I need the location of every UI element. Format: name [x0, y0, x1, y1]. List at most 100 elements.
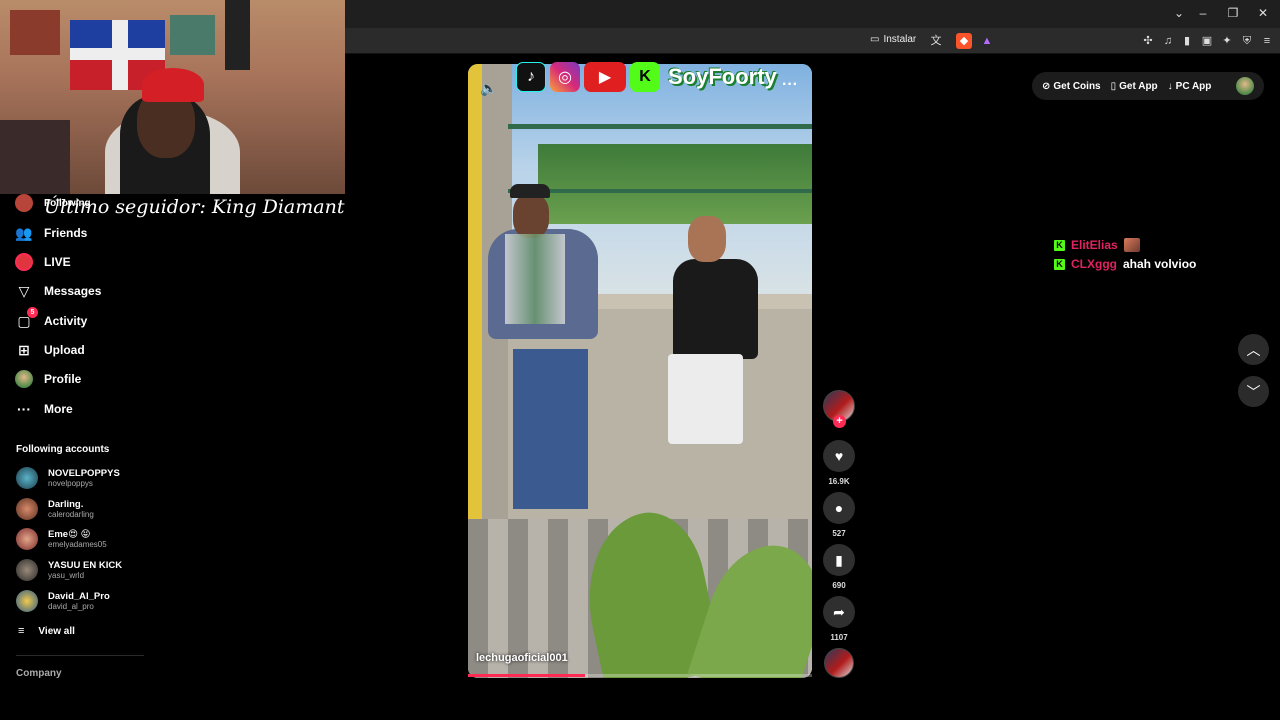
webcam-overlay — [0, 0, 345, 194]
more-options-icon[interactable]: ··· — [782, 76, 798, 94]
like-count: 16.9K — [828, 477, 850, 486]
avatar — [16, 528, 38, 550]
install-label: Instalar — [883, 34, 917, 45]
sidebar-item-activity[interactable]: ▢ 5 Activity — [14, 307, 88, 333]
avatar — [16, 559, 38, 581]
previous-video-button[interactable]: ︿ — [1238, 334, 1269, 365]
poster-decoration — [10, 10, 60, 55]
list-item[interactable]: YASUU EN KICK yasu_wrld — [16, 556, 122, 584]
chat-message: K ElitElias — [1054, 237, 1140, 253]
comment-button[interactable]: ● 527 — [823, 492, 855, 538]
poster-decoration — [170, 15, 215, 55]
list-item[interactable]: NOVELPOPPYS novelpoppys — [16, 464, 120, 492]
view-all-button[interactable]: ≡ View all — [18, 619, 75, 643]
list-item[interactable]: Eme😍 😝 emelyadames05 — [16, 525, 107, 553]
activity-icon: ▢ 5 — [14, 307, 38, 331]
list-item[interactable]: Darling. calerodarling — [16, 495, 94, 523]
kick-icon: K — [1054, 239, 1065, 251]
monitor-icon: ▭ — [870, 34, 880, 45]
avatar — [16, 498, 38, 520]
video-author[interactable]: lechugaoficial001 — [476, 652, 568, 664]
sidebar-toggle-icon[interactable]: ▮ — [1179, 33, 1195, 49]
sidebar-item-following[interactable]: Following — [14, 191, 91, 215]
man-right-head — [688, 216, 726, 262]
controller-shelf-decoration — [225, 0, 250, 70]
company-link[interactable]: Company — [16, 668, 62, 679]
man-left-jeans — [513, 349, 588, 509]
get-coins-button[interactable]: ⊘ Get Coins — [1042, 81, 1101, 92]
man-right-shirt — [673, 259, 758, 359]
sidebar-item-live[interactable]: LIVE — [14, 250, 71, 274]
messages-icon: ▽ — [18, 282, 30, 299]
close-window-icon[interactable]: ✕ — [1256, 6, 1270, 20]
share-icon[interactable]: ➦ — [823, 596, 855, 628]
account-handle: novelpoppys — [48, 478, 93, 488]
install-button[interactable]: ▭ Instalar — [870, 34, 916, 45]
pc-app-label: PC App — [1175, 80, 1212, 92]
account-name: Eme😍 😝 — [48, 528, 91, 540]
activity-badge: 5 — [27, 307, 38, 318]
save-button[interactable]: ▮ 690 — [823, 544, 855, 590]
sidebar-item-messages[interactable]: ▽ Messages — [14, 279, 102, 303]
trees-background — [538, 144, 812, 224]
share-count: 1107 — [830, 633, 848, 642]
sidebar-divider — [16, 655, 144, 656]
brave-rewards-icon[interactable]: ▲ — [979, 33, 995, 49]
sidebar-item-label: Activity — [44, 314, 88, 328]
sidebar-item-upload[interactable]: ⊞ Upload — [14, 338, 85, 362]
volume-icon[interactable]: 🔈 — [480, 80, 497, 97]
menu-icon[interactable]: ≡ — [1259, 33, 1275, 49]
flag-cross-bar-decoration — [70, 48, 165, 60]
media-icon[interactable]: ♫ — [1160, 33, 1176, 49]
shelf-decoration — [0, 120, 70, 194]
brand-text: SoyFoorty — [668, 64, 777, 89]
list-item[interactable]: David_Al_Pro david_al_pro — [16, 587, 110, 615]
bookmark-icon[interactable]: ▮ — [823, 544, 855, 576]
phone-icon: ▯ — [1110, 80, 1117, 92]
chat-username: ElitElias — [1071, 238, 1118, 252]
extensions-icon[interactable]: ✣ — [1140, 33, 1156, 49]
account-name: YASUU EN KICK — [48, 559, 123, 571]
chevron-up-icon: ︿ — [1246, 341, 1261, 358]
heart-icon[interactable]: ♥ — [823, 440, 855, 472]
translate-icon[interactable]: 文 — [928, 33, 944, 49]
account-name: Darling. — [48, 498, 84, 510]
tab-list-chevron-icon[interactable]: ⌄ — [1172, 6, 1186, 20]
video-progress-fill — [468, 674, 585, 677]
sound-avatar-button[interactable] — [823, 648, 855, 678]
user-avatar[interactable] — [1236, 77, 1254, 95]
man-left-head — [513, 194, 549, 238]
sidebar-item-profile[interactable]: Profile — [14, 367, 81, 391]
sidebar-item-label: Upload — [44, 343, 85, 357]
share-button[interactable]: ➦ 1107 — [823, 596, 855, 642]
sidebar-item-more[interactable]: ··· More — [14, 397, 73, 421]
follow-plus-icon[interactable]: + — [833, 415, 846, 428]
account-handle: calerodarling — [48, 509, 94, 519]
comment-icon[interactable]: ● — [823, 492, 855, 524]
coin-icon: ⊘ — [1042, 80, 1051, 92]
like-button[interactable]: ♥ 16.9K — [823, 440, 855, 486]
next-video-button[interactable]: ﹀ — [1238, 376, 1269, 407]
save-count: 690 — [832, 581, 846, 590]
minimize-icon[interactable]: – — [1196, 6, 1210, 20]
wallet-icon[interactable]: ▣ — [1199, 33, 1215, 49]
avatar — [16, 467, 38, 489]
sidebar-item-friends[interactable]: 👥 Friends — [14, 221, 87, 245]
vpn-icon[interactable]: ⛨ — [1239, 33, 1255, 49]
account-name: NOVELPOPPYS — [48, 467, 120, 479]
railing-mid — [508, 189, 812, 193]
get-app-button[interactable]: ▯ Get App — [1111, 81, 1158, 92]
following-avatar-icon — [14, 193, 34, 213]
video-player[interactable]: 🔈 ··· — [468, 64, 812, 678]
kick-icon: K — [630, 62, 660, 92]
music-disc-avatar — [824, 648, 854, 678]
pc-app-button[interactable]: ↓ PC App — [1168, 81, 1212, 92]
avatar — [16, 590, 38, 612]
video-progress-bar[interactable] — [468, 674, 812, 677]
restore-icon[interactable]: ❐ — [1226, 6, 1240, 20]
creator-avatar-button[interactable]: + — [823, 390, 855, 430]
leo-ai-icon[interactable]: ✦ — [1219, 33, 1235, 49]
sidebar-item-label: LIVE — [44, 255, 71, 269]
brave-shield-icon[interactable]: ◆ — [956, 33, 972, 49]
more-icon: ··· — [17, 401, 31, 417]
